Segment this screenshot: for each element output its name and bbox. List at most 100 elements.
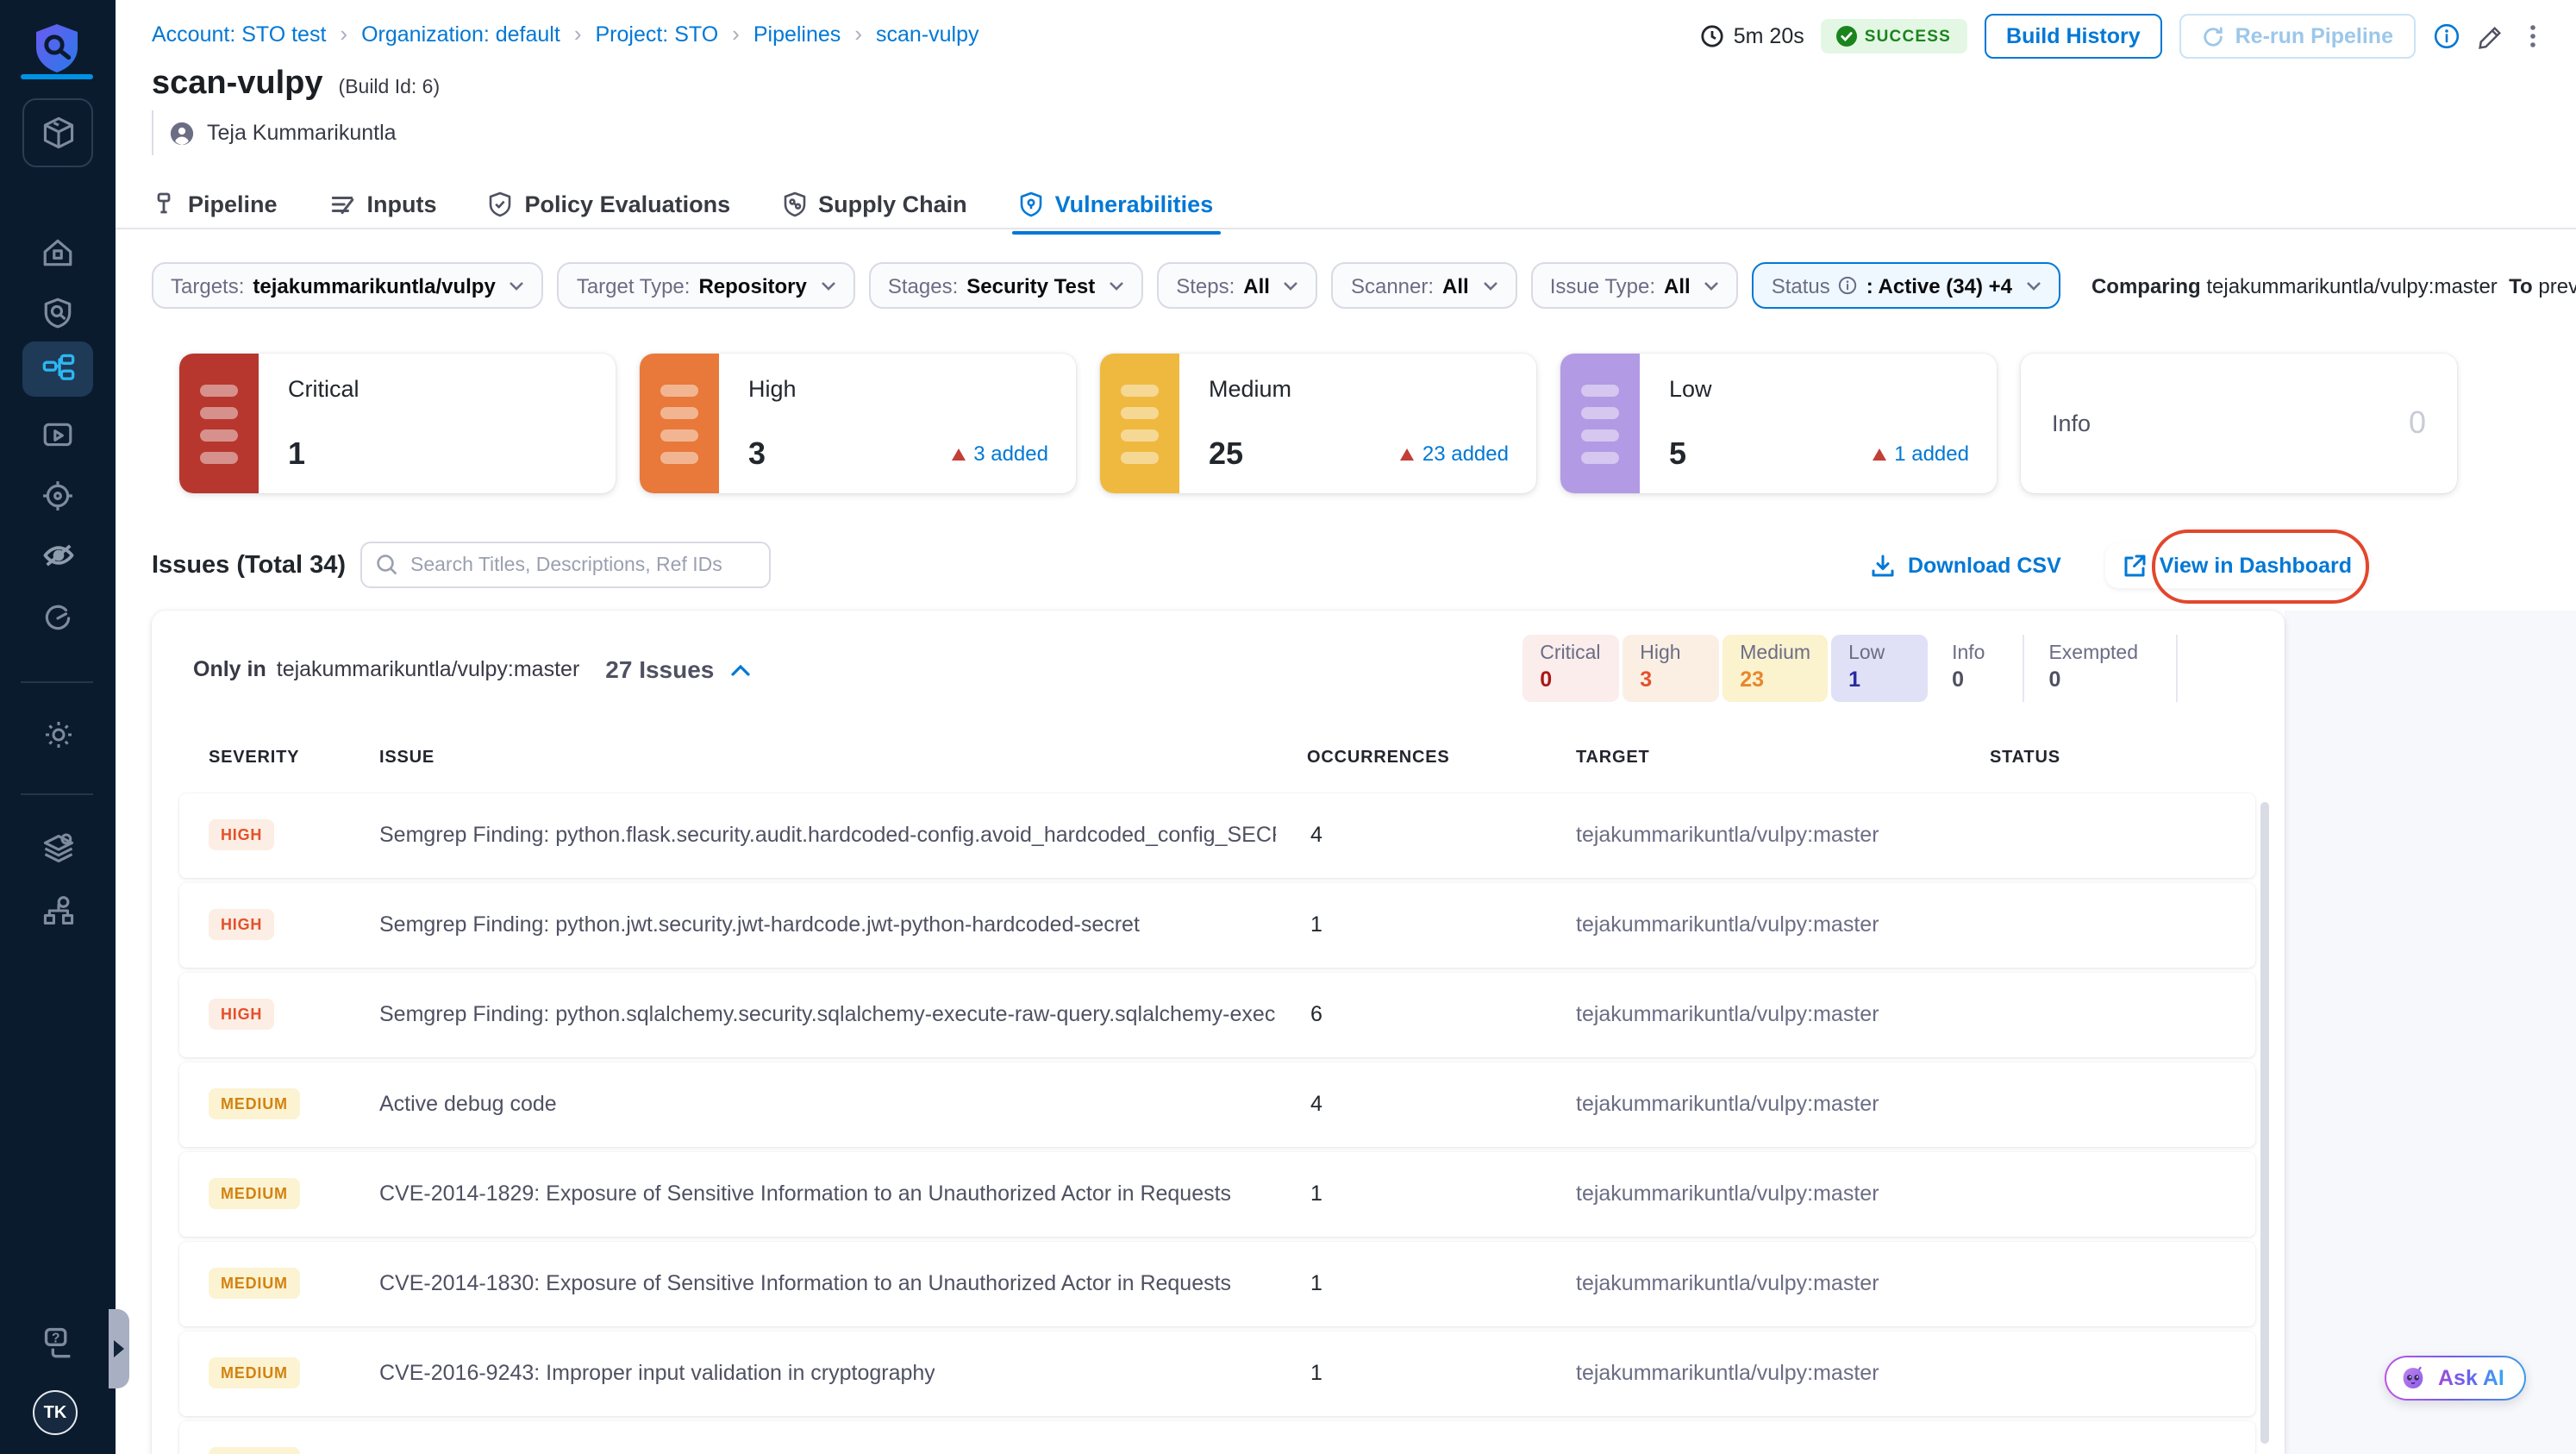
severity-chip[interactable]: Info 0 [1928,635,2025,702]
build-history-button[interactable]: Build History [1984,14,2163,59]
download-csv-button[interactable]: Download CSV [1872,554,2061,578]
chevron-down-icon [1285,281,1298,290]
issue-title: Semgrep Finding: python.flask.security.a… [379,823,1276,847]
table-row[interactable]: MEDIUM CVE-2016-9243: Improper input val… [179,1332,2255,1416]
module-selector-button[interactable] [22,98,93,167]
sidebar-item-project-settings[interactable] [22,707,93,762]
breadcrumb-item[interactable]: Pipelines [753,21,876,47]
severity-card-info[interactable]: Info 0 [2021,354,2457,493]
table-row[interactable]: MEDIUM CVE-2014-1829: Exposure of Sensit… [179,1152,2255,1237]
occurrences-value: 1 [1310,1181,1322,1206]
sidebar-item-exemptions[interactable] [22,528,93,583]
table-row[interactable]: MEDIUM Active debug code 4 tejakummariku… [179,1062,2255,1147]
build-header: scan-vulpy (Build Id: 6) [152,66,440,103]
sidebar-item-executions[interactable] [22,407,93,462]
severity-chip[interactable]: Exempted 0 [2024,635,2178,702]
added-link[interactable]: 23 added [1399,442,1509,466]
collapse-button[interactable] [731,663,751,675]
user-avatar[interactable]: TK [33,1390,78,1435]
table-row[interactable]: MEDIUM CVE-2014-1830: Exposure of Sensit… [179,1242,2255,1326]
play-screen-icon [43,422,72,446]
severity-chip[interactable]: Critical 0 [1522,635,1620,702]
sidebar-item-targets[interactable] [22,467,93,523]
download-icon [1873,555,1895,577]
severity-card[interactable]: High 3 3 added [640,354,1076,493]
eye-off-icon [42,544,73,567]
tab-policy-evaluations[interactable]: Policy Evaluations [489,178,730,229]
filter-dropdown[interactable]: Scanner: All [1331,262,1517,309]
more-options-button[interactable] [2521,22,2545,50]
search-icon [377,555,397,575]
column-severity: SEVERITY [209,749,300,768]
svg-text:?: ? [51,1331,59,1345]
severity-chip[interactable]: Low 1 [1831,635,1929,702]
sidebar-item-home[interactable] [22,224,93,279]
severity-chip[interactable]: Medium 23 [1723,635,1829,702]
chevron-up-icon [731,663,751,675]
sidebar-divider [21,681,93,683]
occurrences-value: 4 [1310,1092,1322,1116]
issue-title: Semgrep Finding: python.sqlalchemy.secur… [379,1002,1276,1026]
severity-badge: MEDIUM [209,1268,300,1299]
triangle-up-icon [1872,448,1886,460]
table-row[interactable]: HIGH Semgrep Finding: python.jwt.securit… [179,883,2255,968]
filter-dropdown[interactable]: Steps: All [1157,262,1318,309]
column-occurrences: OCCURRENCES [1307,749,1450,768]
severity-bar-icon [1560,354,1640,493]
tab-inputs[interactable]: Inputs [329,178,437,229]
tab-supply-chain[interactable]: Supply Chain [782,178,967,229]
info-button[interactable] [2433,22,2460,50]
severity-card[interactable]: Medium 25 23 added [1100,354,1536,493]
table-row[interactable]: HIGH Semgrep Finding: python.flask.secur… [179,793,2255,878]
breadcrumb-item[interactable]: Project: STO [596,21,753,47]
issue-title: CVE-2014-1830: Exposure of Sensitive Inf… [379,1271,1232,1295]
chevron-down-icon [1110,281,1124,290]
shield-dot-icon [1019,191,1043,216]
sidebar-item-help[interactable]: ? [22,1314,93,1369]
sidebar-expand-handle[interactable] [109,1309,129,1388]
ask-ai-button[interactable]: Ask AI [2385,1356,2527,1401]
group-target: tejakummarikuntla/vulpy:master [276,657,580,681]
issues-search [360,542,771,588]
severity-chip[interactable]: High 3 [1623,635,1720,702]
table-row[interactable]: MEDIUM [179,1421,2255,1454]
filter-dropdown[interactable]: Targets: tejakummarikuntla/vulpy [152,262,544,309]
pencil-icon [2479,25,2502,48]
filter-dropdown[interactable]: Stages: Security Test [868,262,1144,309]
sidebar-item-environments[interactable] [22,821,93,876]
chevron-down-icon [821,281,835,290]
sidebar-accent-rule [21,74,93,79]
issue-title: Active debug code [379,1092,557,1116]
breadcrumb-item[interactable]: scan-vulpy [876,22,979,46]
sidebar-item-security-tests[interactable] [22,285,93,340]
added-link[interactable]: 3 added [951,442,1048,466]
search-input[interactable] [360,542,771,588]
filter-dropdown[interactable]: Issue Type: All [1530,262,1739,309]
sidebar-item-get-started[interactable] [22,590,93,645]
issue-title: Semgrep Finding: python.jwt.security.jwt… [379,912,1140,937]
tab-vulnerabilities[interactable]: Vulnerabilities [1011,178,1220,235]
occurrences-value: 6 [1310,1002,1322,1026]
breadcrumb-item[interactable]: Organization: default [361,21,595,47]
gear-icon [45,722,71,748]
table-header: SEVERITY ISSUE OCCURRENCES TARGET STATUS [152,742,2285,783]
added-link[interactable]: 1 added [1872,442,1969,466]
view-in-dashboard-button[interactable]: View in Dashboard [2105,543,2369,588]
filter-dropdown[interactable]: Target Type: Repository [557,262,855,309]
severity-card-label: Medium [1209,376,1292,402]
edit-pipeline-button[interactable] [2478,23,2504,49]
target-value: tejakummarikuntla/vulpy:master [1576,1361,1879,1385]
table-scrollbar[interactable] [2260,802,2269,1444]
rerun-pipeline-button[interactable]: Re-run Pipeline [2179,14,2416,59]
severity-card[interactable]: Low 5 1 added [1560,354,1997,493]
chevron-down-icon [1704,281,1719,290]
table-row[interactable]: HIGH Semgrep Finding: python.sqlalchemy.… [179,973,2255,1057]
sidebar-item-pipelines[interactable] [22,342,93,397]
breadcrumb-item[interactable]: Account: STO test [152,21,361,47]
tab-pipeline[interactable]: Pipeline [152,178,278,229]
occurrences-value: 1 [1310,1271,1322,1295]
sidebar-item-delegates[interactable] [22,883,93,938]
filter-dropdown-status[interactable]: Status : Active (34) +4 [1752,262,2060,309]
severity-card[interactable]: Critical 1 [179,354,616,493]
severity-card-count: 25 [1209,436,1244,471]
